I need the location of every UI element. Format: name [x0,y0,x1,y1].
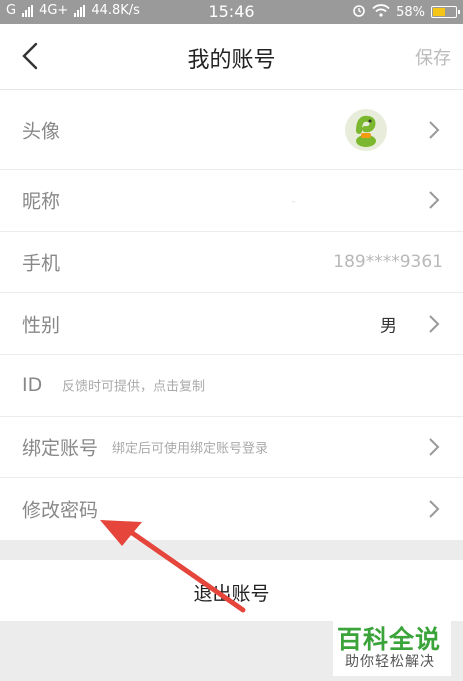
row-bind-account[interactable]: 绑定账号 绑定后可使用绑定账号登录 [0,417,463,479]
row-change-password[interactable]: 修改密码 [0,478,463,540]
battery-fill [433,8,446,16]
nickname-value: - [291,196,295,207]
row-gender[interactable]: 性别 男 [0,293,463,356]
chevron-right-icon [429,438,440,456]
battery-percent: 58% [396,4,425,20]
chevron-right-icon [429,191,440,210]
watermark-logo: 百科全说 助你轻松解决 [333,620,451,676]
bind-account-label: 绑定账号 [22,437,99,460]
chevron-left-icon [22,42,38,70]
header: 我的账号 保存 [0,24,463,90]
page-title: 我的账号 [187,48,276,73]
wifi-icon [372,3,390,21]
row-id[interactable]: ID 反馈时可提供，点击复制 [0,355,463,417]
status-right: 58% [352,3,460,21]
avatar-label: 头像 [22,120,61,142]
row-phone[interactable]: 手机 189****9361 [0,232,463,294]
id-label: ID [22,374,43,397]
row-avatar[interactable]: 头像 [0,90,463,170]
gender-value: 男 [380,316,397,337]
back-button[interactable] [16,38,46,74]
row-nickname[interactable]: 昵称 - [0,170,463,232]
change-password-label: 修改密码 [22,499,99,522]
status-bar: G 4G+ 44.8K/s 15:46 58% [0,0,463,24]
phone-value: 189****9361 [333,252,443,273]
avatar[interactable] [345,108,387,151]
nickname-label: 昵称 [22,190,61,213]
save-button[interactable]: 保存 [415,44,451,70]
watermark-sub-text: 助你轻松解决 [345,654,435,670]
account-settings-list: 头像 昵称 - 手机 189****9361 性别 男 ID 反馈时可提供，点击… [0,90,463,541]
logout-label: 退出账号 [193,583,270,605]
bind-account-hint: 绑定后可使用绑定账号登录 [112,441,269,457]
gender-label: 性别 [22,314,61,337]
section-gap [0,542,463,560]
battery-icon [431,6,460,18]
chevron-right-icon [429,315,440,333]
chevron-right-icon [429,120,440,139]
logout-button[interactable]: 退出账号 [0,560,463,621]
id-hint: 反馈时可提供，点击复制 [62,379,206,395]
alarm-icon [352,3,366,21]
chevron-right-icon [429,500,440,518]
phone-label: 手机 [22,252,61,275]
